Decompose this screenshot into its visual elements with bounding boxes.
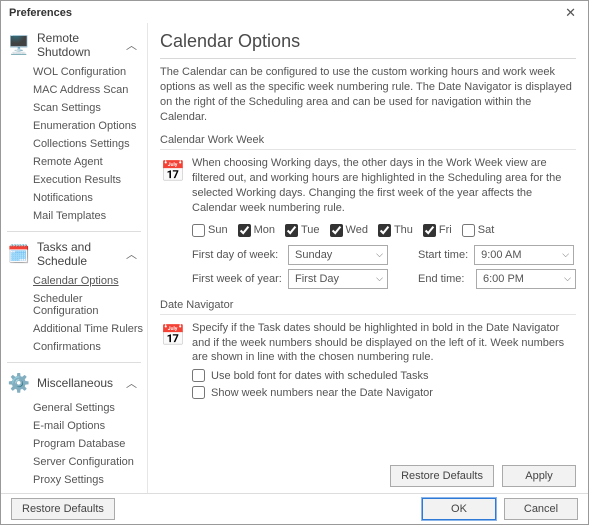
navigator-description: Specify if the Task dates should be high… <box>192 321 576 366</box>
day-mon[interactable]: Mon <box>238 224 275 237</box>
day-label: Wed <box>346 224 368 236</box>
select-value: 6:00 PM <box>483 273 524 285</box>
sidebar-item[interactable]: Server Configuration <box>33 453 147 471</box>
divider <box>7 231 141 232</box>
sidebar-item[interactable]: Enumeration Options <box>33 117 147 135</box>
day-fri[interactable]: Fri <box>423 224 452 237</box>
sidebar-item[interactable]: General Settings <box>33 399 147 417</box>
day-wed[interactable]: Wed <box>330 224 368 237</box>
opt-week-numbers: Show week numbers near the Date Navigato… <box>211 387 433 399</box>
start-time-label: Start time: <box>418 249 468 261</box>
section-remote-shutdown[interactable]: Remote Shutdown ︿ <box>5 27 147 63</box>
sidebar-item[interactable]: Scan Settings <box>33 99 147 117</box>
select-value: 9:00 AM <box>481 249 521 261</box>
select-value: Sunday <box>295 249 332 261</box>
sidebar-item[interactable]: Additional Time Rulers <box>33 320 147 338</box>
title-bar: Preferences ✕ <box>1 1 588 23</box>
workweek-description: When choosing Working days, the other da… <box>192 156 576 215</box>
day-label: Sun <box>208 224 228 236</box>
monitor-icon <box>7 33 31 57</box>
sidebar-item[interactable]: Execution Results <box>33 171 147 189</box>
day-label: Mon <box>254 224 275 236</box>
section-label: Tasks and Schedule <box>37 240 126 268</box>
chevron-up-icon: ︿ <box>126 246 137 262</box>
sidebar-item[interactable]: Log Configuration <box>33 489 147 493</box>
end-time-label: End time: <box>418 273 470 285</box>
day-sun[interactable]: Sun <box>192 224 228 237</box>
day-label: Thu <box>394 224 413 236</box>
footer: Restore Defaults OK Cancel <box>1 493 588 524</box>
sidebar-item[interactable]: Remote Agent <box>33 153 147 171</box>
day-tue[interactable]: Tue <box>285 224 320 237</box>
chevron-up-icon: ︿ <box>126 375 137 391</box>
divider <box>160 58 576 59</box>
restore-defaults-footer-button[interactable]: Restore Defaults <box>11 498 115 520</box>
calendar-icon <box>160 158 186 184</box>
group-label-navigator: Date Navigator <box>160 299 576 311</box>
first-week-select[interactable]: First Day ⌵ <box>288 269 388 289</box>
gear-icon <box>7 371 31 395</box>
sidebar-item[interactable]: Notifications <box>33 189 147 207</box>
checkbox-sun[interactable] <box>192 224 205 237</box>
chevron-down-icon: ⌵ <box>376 249 383 260</box>
checkbox-wed[interactable] <box>330 224 343 237</box>
day-sat[interactable]: Sat <box>462 224 495 237</box>
opt-bold-dates: Use bold font for dates with scheduled T… <box>211 370 428 382</box>
chevron-down-icon: ⌵ <box>562 249 569 260</box>
section-label: Miscellaneous <box>37 376 126 390</box>
sidebar-item[interactable]: MAC Address Scan <box>33 81 147 99</box>
checkbox-fri[interactable] <box>423 224 436 237</box>
ok-button[interactable]: OK <box>422 498 496 520</box>
close-icon[interactable]: ✕ <box>561 5 580 21</box>
day-label: Fri <box>439 224 452 236</box>
page-title: Calendar Options <box>160 31 576 52</box>
chevron-up-icon: ︿ <box>126 37 137 53</box>
first-day-select[interactable]: Sunday ⌵ <box>288 245 388 265</box>
sidebar-item[interactable]: Program Database <box>33 435 147 453</box>
section-tasks-schedule[interactable]: Tasks and Schedule ︿ <box>5 236 147 272</box>
restore-defaults-button[interactable]: Restore Defaults <box>390 465 494 487</box>
checkbox-sat[interactable] <box>462 224 475 237</box>
checkbox-week-numbers[interactable] <box>192 386 205 399</box>
sidebar-item[interactable]: Scheduler Configuration <box>33 290 147 320</box>
sidebar-item[interactable]: Proxy Settings <box>33 471 147 489</box>
sidebar-item[interactable]: Confirmations <box>33 338 147 356</box>
calendar-icon <box>160 323 186 349</box>
first-day-label: First day of week: <box>192 249 282 261</box>
start-time-select[interactable]: 9:00 AM ⌵ <box>474 245 574 265</box>
window-title: Preferences <box>9 7 72 19</box>
day-checkbox-row: Sun Mon Tue Wed Thu Fri Sat <box>192 224 576 237</box>
checkbox-bold-dates[interactable] <box>192 369 205 382</box>
checkbox-thu[interactable] <box>378 224 391 237</box>
day-label: Tue <box>301 224 320 236</box>
chevron-down-icon: ⌵ <box>376 273 383 284</box>
sidebar-item[interactable]: E-mail Options <box>33 417 147 435</box>
chevron-down-icon: ⌵ <box>564 273 571 284</box>
sidebar-item-calendar-options[interactable]: Calendar Options <box>33 272 147 290</box>
checkbox-mon[interactable] <box>238 224 251 237</box>
select-value: First Day <box>295 273 339 285</box>
section-miscellaneous[interactable]: Miscellaneous ︿ <box>5 367 147 399</box>
sidebar-item[interactable]: WOL Configuration <box>33 63 147 81</box>
cancel-button[interactable]: Cancel <box>504 498 578 520</box>
calendar-clock-icon <box>7 242 31 266</box>
first-week-label: First week of year: <box>192 273 282 285</box>
day-thu[interactable]: Thu <box>378 224 413 237</box>
main-panel: Calendar Options The Calendar can be con… <box>147 23 588 493</box>
sidebar-item[interactable]: Collections Settings <box>33 135 147 153</box>
end-time-select[interactable]: 6:00 PM ⌵ <box>476 269 576 289</box>
divider <box>7 362 141 363</box>
page-description: The Calendar can be configured to use th… <box>160 65 576 124</box>
group-label-workweek: Calendar Work Week <box>160 134 576 146</box>
section-label: Remote Shutdown <box>37 31 126 59</box>
sidebar: Remote Shutdown ︿ WOL Configuration MAC … <box>1 23 147 493</box>
checkbox-tue[interactable] <box>285 224 298 237</box>
apply-button[interactable]: Apply <box>502 465 576 487</box>
sidebar-item[interactable]: Mail Templates <box>33 207 147 225</box>
day-label: Sat <box>478 224 495 236</box>
